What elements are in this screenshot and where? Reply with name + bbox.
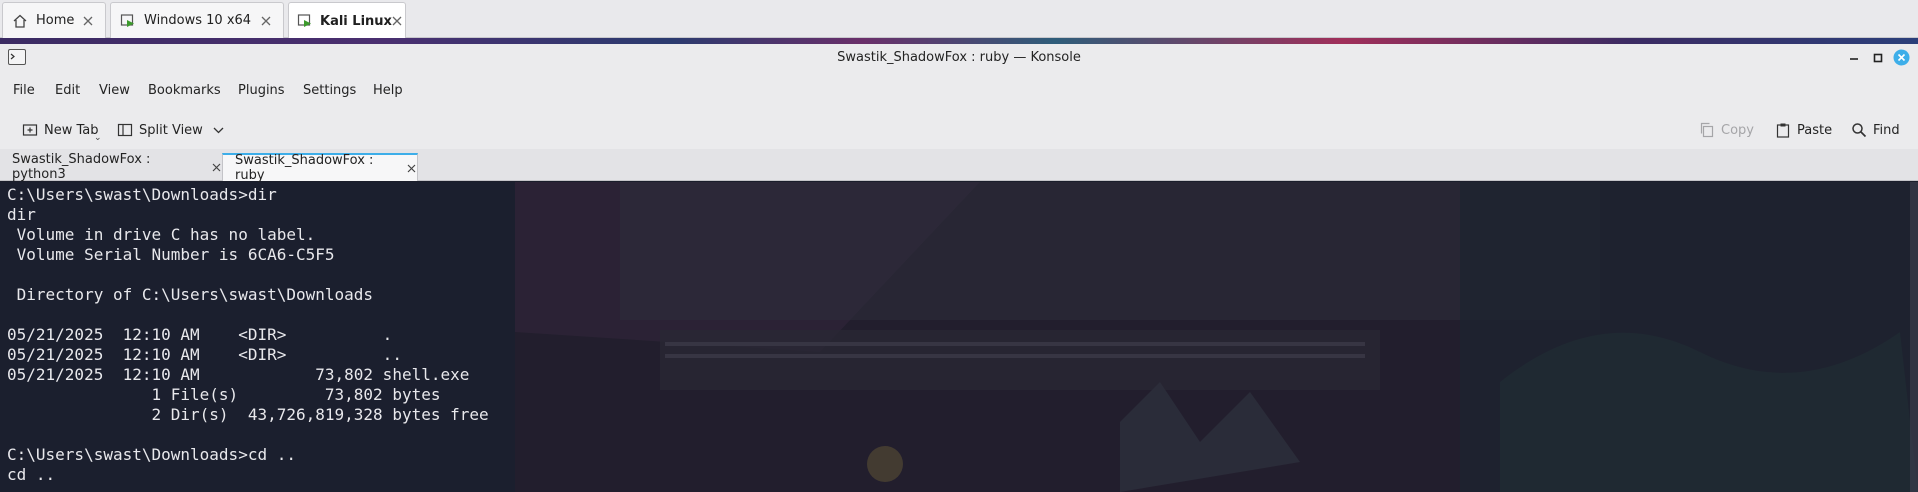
paste-icon xyxy=(1775,122,1791,138)
terminal-line: 05/21/2025 12:10 AM <DIR> . xyxy=(7,325,393,344)
vm-tab-label: Kali Linux xyxy=(320,13,392,29)
terminal-line: dir xyxy=(7,205,36,224)
menu-bookmarks[interactable]: Bookmarks xyxy=(148,83,221,98)
close-icon[interactable] xyxy=(392,12,402,30)
terminal-line: C:\Users\swast\Downloads>cd .. xyxy=(7,445,296,464)
terminal-line: Volume in drive C has no label. xyxy=(7,225,316,244)
terminal-line: Directory of C:\Users\swast\Downloads xyxy=(7,285,374,304)
window-title: Swastik_ShadowFox : ruby — Konsole xyxy=(837,50,1081,65)
close-icon[interactable] xyxy=(257,12,275,30)
terminal-output[interactable]: C:\Users\swast\Downloads>dir dir Volume i… xyxy=(0,182,1918,492)
tab-python3[interactable]: Swastik_ShadowFox : python3 xyxy=(0,152,222,182)
menu-help[interactable]: Help xyxy=(373,83,403,98)
menu-file[interactable]: File xyxy=(13,83,35,98)
terminal-line: 1 File(s) 73,802 bytes xyxy=(7,385,441,404)
session-tab-bar: Swastik_ShadowFox : python3 Swastik_Shad… xyxy=(0,149,1918,183)
tab-label: Swastik_ShadowFox : ruby xyxy=(235,153,374,183)
find-button[interactable]: Find xyxy=(1851,120,1900,140)
split-view-label: Split View xyxy=(139,122,203,138)
vm-tab-label: Windows 10 x64 xyxy=(144,13,252,28)
split-view-button[interactable]: Split View xyxy=(117,120,225,140)
paste-label: Paste xyxy=(1797,122,1833,138)
menu-settings[interactable]: Settings xyxy=(303,83,356,98)
vm-running-icon xyxy=(119,12,137,30)
new-tab-button[interactable]: New Tab ⌄ xyxy=(22,120,102,143)
vm-tab-kali[interactable]: Kali Linux xyxy=(288,2,406,39)
close-icon[interactable] xyxy=(79,12,97,30)
vm-tab-home[interactable]: Home xyxy=(2,2,106,38)
terminal-line: C:\Users\swast\Downloads>dir xyxy=(7,185,277,204)
menu-bar: File Edit View Bookmarks Plugins Setting… xyxy=(0,71,1918,109)
vm-tab-windows[interactable]: Windows 10 x64 xyxy=(110,2,284,38)
copy-label: Copy xyxy=(1721,122,1754,138)
find-label: Find xyxy=(1873,122,1900,138)
tab-ruby[interactable]: Swastik_ShadowFox : ruby xyxy=(222,153,418,183)
vm-running-icon xyxy=(297,12,313,30)
toolbar: New Tab ⌄ Split View Copy Paste Find xyxy=(0,109,1918,149)
window-titlebar[interactable]: Swastik_ShadowFox : ruby — Konsole xyxy=(0,44,1918,71)
terminal-line: 05/21/2025 12:10 AM 73,802 shell.exe xyxy=(7,365,470,384)
new-tab-label: New Tab xyxy=(44,122,99,138)
home-icon xyxy=(11,12,29,30)
copy-button[interactable]: Copy xyxy=(1699,120,1754,140)
close-window-icon[interactable] xyxy=(1893,49,1910,66)
menu-edit[interactable]: Edit xyxy=(55,83,80,98)
split-view-icon xyxy=(117,122,133,138)
copy-icon xyxy=(1699,122,1715,138)
new-tab-icon xyxy=(22,122,38,138)
terminal-line: 05/21/2025 12:10 AM <DIR> .. xyxy=(7,345,402,364)
terminal-line: Volume Serial Number is 6CA6-C5F5 xyxy=(7,245,335,264)
tab-label: Swastik_ShadowFox : python3 xyxy=(12,152,151,182)
menu-view[interactable]: View xyxy=(99,83,130,98)
close-icon[interactable] xyxy=(406,162,417,174)
close-icon[interactable] xyxy=(210,161,222,173)
terminal-line: 2 Dir(s) 43,726,819,328 bytes free xyxy=(7,405,489,424)
paste-button[interactable]: Paste xyxy=(1775,120,1832,140)
maximize-icon[interactable] xyxy=(1869,49,1886,66)
menu-plugins[interactable]: Plugins xyxy=(238,83,285,98)
search-icon xyxy=(1851,122,1867,138)
terminal-line: cd .. xyxy=(7,465,56,484)
chevron-down-icon[interactable]: ⌄ xyxy=(94,133,102,143)
vm-tab-label: Home xyxy=(36,13,75,28)
vm-tab-strip: Home Windows 10 x64 Kali Linux xyxy=(0,0,1918,39)
chevron-down-icon[interactable] xyxy=(213,124,225,136)
terminal-text: C:\Users\swast\Downloads>dir dir Volume i… xyxy=(7,185,489,485)
scrollbar[interactable] xyxy=(1910,182,1918,492)
minimize-icon[interactable] xyxy=(1845,49,1862,66)
